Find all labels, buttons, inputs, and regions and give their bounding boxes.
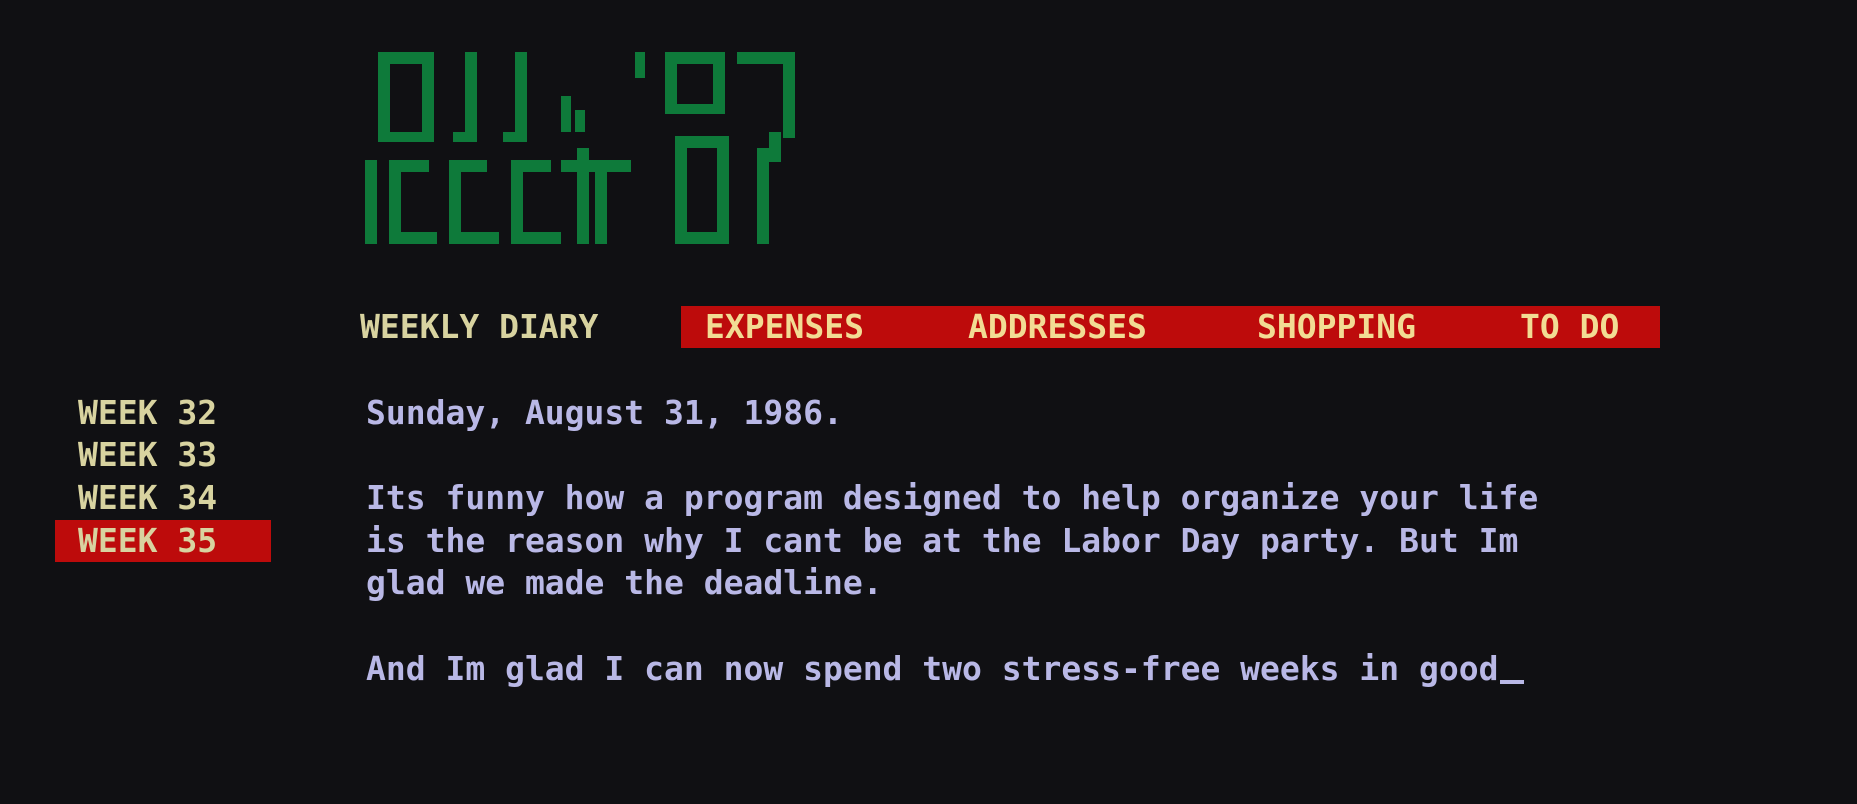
diary-line: is the reason why I cant be at the Labor… [366,521,1519,560]
text-cursor [1500,680,1525,684]
menu-shopping[interactable]: SHOPPING [1257,306,1416,348]
diary-line-text: And Im glad I can now spend two stress-f… [366,649,1499,688]
screen: WEEKLY DIARY EXPENSES ADDRESSES SHOPPING… [0,0,1857,804]
week-item-33[interactable]: WEEK 33 [78,434,217,476]
diary-line: glad we made the deadline. [366,563,883,602]
week-item-32[interactable]: WEEK 32 [78,392,217,434]
diary-date: Sunday, August 31, 1986. [366,393,843,432]
logo-pixel-art [365,52,795,244]
diary-line-current: And Im glad I can now spend two stress-f… [366,648,1525,690]
app-logo [365,48,805,244]
menu-to-do[interactable]: TO DO [1520,306,1619,348]
menu-expenses[interactable]: EXPENSES [705,306,864,348]
week-item-34[interactable]: WEEK 34 [78,477,217,519]
menu-weekly-diary[interactable]: WEEKLY DIARY [360,306,624,348]
week-item-35[interactable]: WEEK 35 [78,520,217,562]
menu-addresses[interactable]: ADDRESSES [968,306,1147,348]
diary-line: Its funny how a program designed to help… [366,478,1539,517]
menu-bar: WEEKLY DIARY [360,306,624,348]
